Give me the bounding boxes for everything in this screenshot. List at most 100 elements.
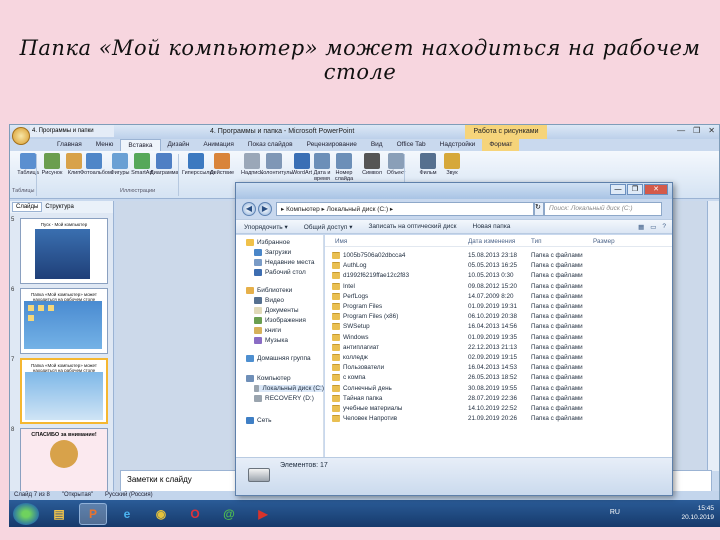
ribbon-slide-number-button[interactable]: Номер слайда xyxy=(330,153,358,182)
messenger-icon[interactable]: @ xyxy=(215,503,243,525)
tab-insert[interactable]: Вставка xyxy=(120,139,161,151)
table-row[interactable]: Пользователи 16.04.2013 14:53 Папка с файл… xyxy=(325,363,672,373)
system-clock[interactable]: 15:45 20.10.2019 xyxy=(681,504,714,522)
nav-item-libraries[interactable]: Библиотеки xyxy=(246,287,292,294)
burn-disc-button[interactable]: Записать на оптический диск xyxy=(361,223,465,230)
nav-item-local-disk-c[interactable]: Локальный диск (C:) xyxy=(254,385,324,392)
ribbon-photo-album-button[interactable]: Фотоальбом xyxy=(80,153,112,176)
file-date: 06.10.2019 20:38 xyxy=(468,313,518,321)
nav-item-pictures[interactable]: Изображения xyxy=(254,317,306,324)
table-row[interactable]: антиплагиат 22.12.2013 21:13 Папка с файла… xyxy=(325,343,672,353)
view-options-icon[interactable]: ▦ xyxy=(638,223,644,231)
tab-office-tab[interactable]: Office Tab xyxy=(390,139,433,151)
nav-item-recovery-d[interactable]: RECOVERY (D:) xyxy=(254,395,314,402)
nav-item-video[interactable]: Видео xyxy=(254,297,284,304)
nav-item-computer[interactable]: Компьютер xyxy=(246,375,291,382)
table-row[interactable]: d1992f6219ffae12c2f83 10.05.2013 0:30 Папк… xyxy=(325,271,672,281)
start-button[interactable] xyxy=(13,502,39,525)
slide-thumbnail[interactable]: Пуск - Мой компьютер xyxy=(20,218,108,284)
maximize-icon[interactable]: ❐ xyxy=(693,126,700,135)
tab-menu[interactable]: Меню xyxy=(89,139,121,151)
document-tab[interactable]: 4. Программы и папки xyxy=(30,125,114,137)
tab-animation[interactable]: Анимация xyxy=(196,139,241,151)
table-row[interactable]: колледж 02.09.2019 19:15 Папка с файлами xyxy=(325,353,672,363)
tab-format[interactable]: Формат xyxy=(482,139,520,151)
table-row[interactable]: Intel 09.08.2012 15:20 Папка с файлами xyxy=(325,282,672,292)
tab-home[interactable]: Главная xyxy=(50,139,89,151)
tab-review[interactable]: Рецензирование xyxy=(300,139,364,151)
close-icon[interactable]: ✕ xyxy=(644,184,668,195)
tab-slideshow[interactable]: Показ слайдов xyxy=(241,139,300,151)
ribbon-hyperlink-button[interactable]: Гиперссылка xyxy=(182,153,215,176)
maximize-icon[interactable]: ❐ xyxy=(627,184,643,195)
table-row[interactable]: Program Files (x86) 06.10.2019 20:38 Папка… xyxy=(325,312,672,322)
breadcrumb-computer[interactable]: Компьютер xyxy=(286,206,320,213)
nav-item-favorites[interactable]: Избранное xyxy=(246,239,290,246)
minimize-icon[interactable]: — xyxy=(610,184,626,195)
slide-thumbnail-selected[interactable]: Папка «Мой компьютер» может находиться н… xyxy=(20,358,108,424)
column-size[interactable]: Размер xyxy=(593,238,615,245)
nav-item-music[interactable]: Музыка xyxy=(254,337,288,344)
nav-item-books[interactable]: книги xyxy=(254,327,281,334)
close-icon[interactable]: ✕ xyxy=(708,126,715,135)
preview-pane-icon[interactable]: ▭ xyxy=(650,223,656,231)
table-row[interactable]: AuthLog 05.05.2013 16:25 Папка с файлами xyxy=(325,261,672,271)
tab-design[interactable]: Дизайн xyxy=(161,139,197,151)
refresh-icon[interactable]: ↻ xyxy=(534,202,544,216)
nav-item-network[interactable]: Сеть xyxy=(246,417,271,424)
nav-item-label: Документы xyxy=(265,307,299,314)
nav-item-label: RECOVERY (D:) xyxy=(265,395,314,402)
table-row[interactable]: Солнечный день 30.08.2019 19:55 Папка с фа… xyxy=(325,384,672,394)
forward-button[interactable]: ▶ xyxy=(258,202,272,216)
ribbon-chart-button[interactable]: Диаграмма xyxy=(150,153,179,176)
search-input[interactable]: Поиск: Локальный диск (C:) xyxy=(544,202,662,216)
tab-outline[interactable]: Структура xyxy=(45,204,73,210)
table-row[interactable]: Windows 01.09.2019 19:35 Папка с файлами xyxy=(325,333,672,343)
minimize-icon[interactable]: — xyxy=(677,126,685,135)
nav-item-downloads[interactable]: Загрузки xyxy=(254,249,291,256)
slide-number-icon xyxy=(336,153,352,169)
vertical-scrollbar[interactable] xyxy=(707,201,719,471)
language-indicator[interactable]: RU xyxy=(610,509,620,516)
tab-slides[interactable]: Слайды xyxy=(12,202,43,212)
table-row[interactable]: Program Files 01.09.2019 19:31 Папка с фай… xyxy=(325,302,672,312)
thumb-caption: СПАСИБО за внимание! xyxy=(31,432,97,438)
address-bar[interactable]: ▸ Компьютер ▸ Локальный диск (C:) ▸ xyxy=(276,202,534,216)
table-row[interactable]: Человек Напротив 21.09.2019 20:26 Папка с … xyxy=(325,414,672,424)
breadcrumb-local-disk[interactable]: Локальный диск (C:) xyxy=(327,206,389,213)
ribbon-header-footer-button[interactable]: Колонтитулы xyxy=(260,153,293,176)
table-row[interactable]: учебные материалы 14.10.2019 22:52 Папка с… xyxy=(325,404,672,414)
slide-thumbnail[interactable]: Папка «Мой компьютер» может находиться н… xyxy=(20,288,108,354)
column-date[interactable]: Дата изменения xyxy=(468,238,515,245)
slide-thumbnail[interactable]: СПАСИБО за внимание! xyxy=(20,428,108,494)
office-button[interactable] xyxy=(12,127,30,145)
ie-explorer-folder-icon[interactable]: ▤ xyxy=(45,503,73,525)
new-folder-button[interactable]: Новая папка xyxy=(465,223,519,230)
opera-icon[interactable]: O xyxy=(181,503,209,525)
table-row[interactable]: SWSetup 16.04.2013 14:56 Папка с файлами xyxy=(325,322,672,332)
share-button[interactable]: Общий доступ ▾ xyxy=(296,223,361,231)
column-name[interactable]: Имя xyxy=(335,238,347,245)
chrome-icon[interactable]: ◉ xyxy=(147,503,175,525)
internet-explorer-icon[interactable]: e xyxy=(113,503,141,525)
organize-button[interactable]: Упорядочить ▾ xyxy=(236,223,296,231)
powerpoint-icon[interactable]: P xyxy=(79,502,107,525)
table-row[interactable]: PerfLogs 14.07.2009 8:20 Папка с файлами xyxy=(325,292,672,302)
ribbon-sound-button[interactable]: Звук xyxy=(438,153,466,176)
ribbon-action-button[interactable]: Действие xyxy=(208,153,236,176)
nav-item-homegroup[interactable]: Домашняя группа xyxy=(246,355,311,362)
documents-icon xyxy=(254,307,262,314)
nav-item-desktop[interactable]: Рабочий стол xyxy=(254,269,306,276)
nav-item-documents[interactable]: Документы xyxy=(254,307,299,314)
tab-addins[interactable]: Надстройки xyxy=(433,139,483,151)
help-icon[interactable]: ? xyxy=(662,223,666,231)
table-row[interactable]: Тайная папка 28.07.2019 22:36 Папка с файл… xyxy=(325,394,672,404)
ribbon-object-button[interactable]: Объект xyxy=(382,153,410,176)
table-row[interactable]: 1005b7506a02dbcca4 15.08.2013 23:18 Папка … xyxy=(325,251,672,261)
tab-view[interactable]: Вид xyxy=(364,139,390,151)
video-player-icon[interactable]: ▶ xyxy=(249,503,277,525)
table-row[interactable]: с компа 26.05.2013 18:52 Папка с файлами xyxy=(325,373,672,383)
nav-item-recent-places[interactable]: Недавние места xyxy=(254,259,315,266)
column-type[interactable]: Тип xyxy=(531,238,542,245)
back-button[interactable]: ◀ xyxy=(242,202,256,216)
